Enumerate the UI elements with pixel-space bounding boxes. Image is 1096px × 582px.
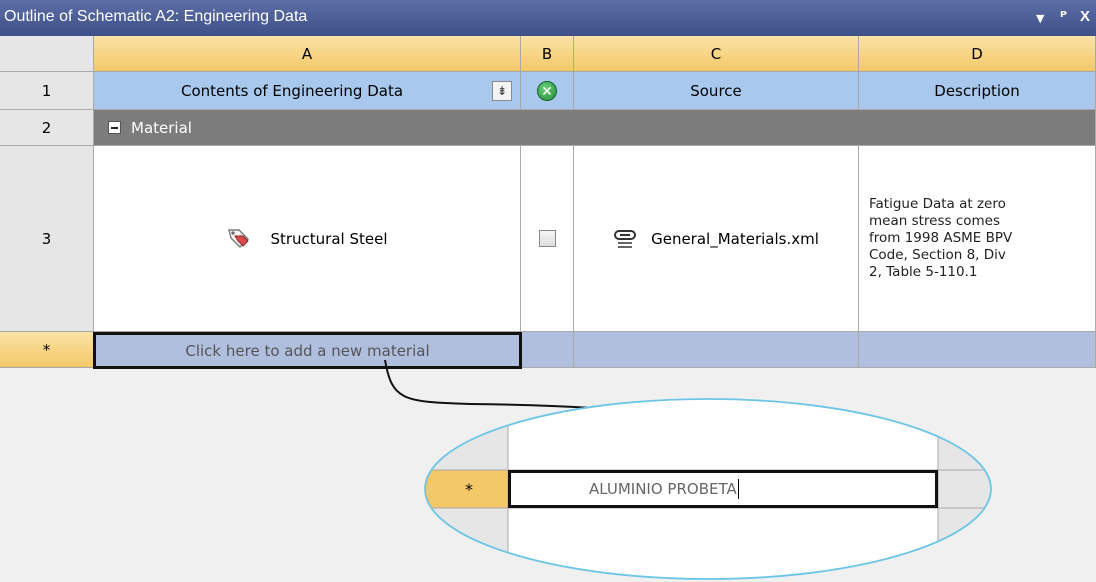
enable-status-icon[interactable]: ✕ [537,80,557,101]
row-header-2[interactable]: 2 [0,110,94,146]
text-caret [737,479,739,499]
row-header-1[interactable]: 1 [0,72,94,110]
material-description: Fatigue Data at zero mean stress comes f… [869,196,1013,280]
new-material-name-value: ALUMINIO PROBETA [589,480,737,498]
column-header-b[interactable]: B [521,36,574,72]
link-icon [614,229,637,248]
row-header-new[interactable]: * [0,332,94,368]
add-material-focus-border [93,332,522,369]
contents-header-cell: Contents of Engineering Data ⇟ [94,72,521,110]
material-description-cell[interactable]: Fatigue Data at zero mean stress comes f… [859,146,1096,332]
column-header-c[interactable]: C [574,36,859,72]
material-group-label: Material [131,118,192,137]
material-source: General_Materials.xml [651,229,819,248]
material-group-row[interactable]: Material [94,110,1096,146]
material-source-cell[interactable]: General_Materials.xml [574,146,859,332]
checkbox-icon[interactable] [538,230,556,247]
material-name: Structural Steel [270,229,388,248]
close-icon[interactable]: X [1080,8,1090,25]
description-header: Description [859,72,1096,110]
column-header-a[interactable]: A [94,36,521,72]
pin-icon[interactable]: ᴾ [1060,8,1067,26]
sort-icon[interactable]: ⇟ [492,81,512,101]
grid-corner [0,36,94,72]
material-name-cell[interactable]: Structural Steel [94,146,521,332]
contents-header-label: Contents of Engineering Data [180,81,404,100]
dropdown-icon[interactable]: ▼ [1036,12,1044,25]
zoom-row-marker: * [465,479,473,499]
material-enable-cell[interactable] [521,146,574,332]
add-description-cell[interactable] [859,332,1096,368]
add-source-cell[interactable] [574,332,859,368]
add-enable-cell[interactable] [521,332,574,368]
source-header: Source [574,72,859,110]
column-header-d[interactable]: D [859,36,1096,72]
enable-header-cell: ✕ [521,72,574,110]
panel-title-bar: Outline of Schematic A2: Engineering Dat… [0,0,1096,36]
collapse-icon[interactable] [108,121,121,134]
row-header-3[interactable]: 3 [0,146,94,332]
new-material-name-input[interactable]: ALUMINIO PROBETA [508,470,938,508]
material-tag-icon [228,228,250,248]
panel-title: Outline of Schematic A2: Engineering Dat… [4,8,308,25]
